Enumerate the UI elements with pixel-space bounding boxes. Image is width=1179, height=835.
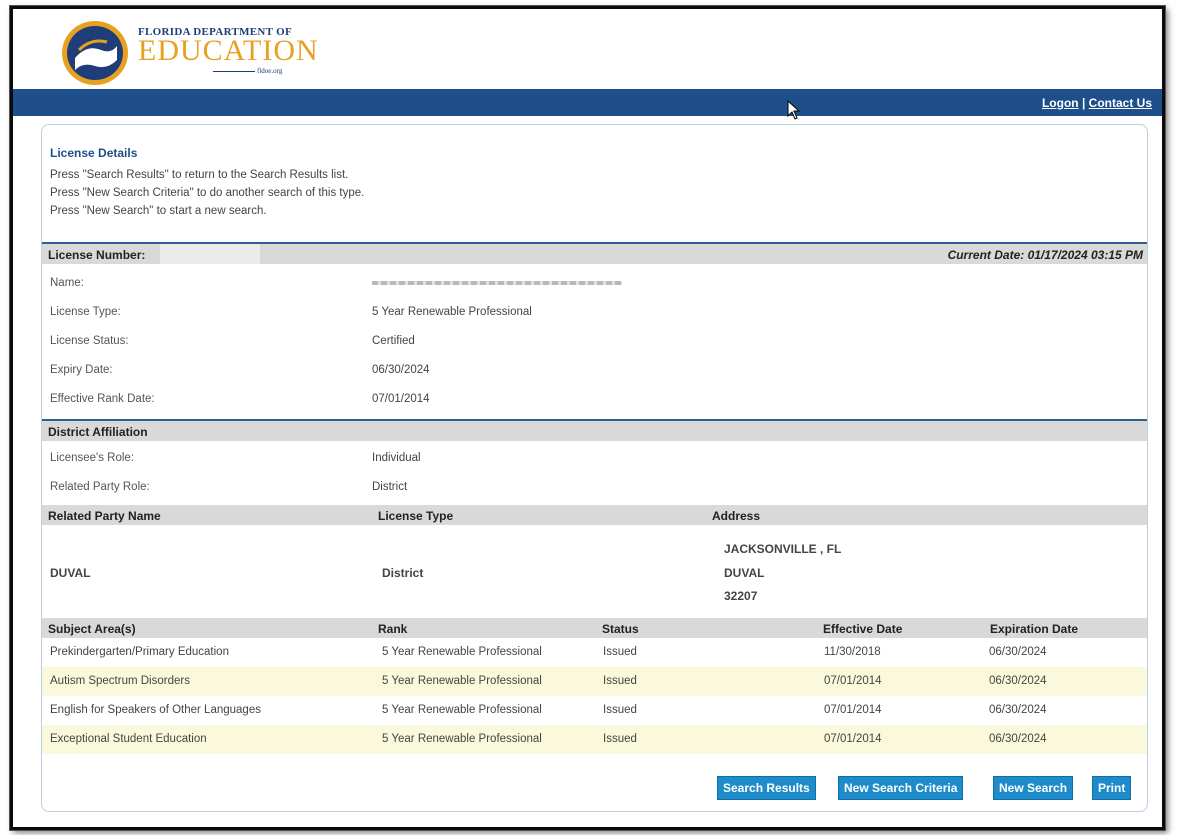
- section-title: License Details: [50, 146, 138, 160]
- logon-link[interactable]: Logon: [1042, 96, 1079, 110]
- effective-date: 07/01/2014: [824, 704, 882, 716]
- field-label: Related Party Role:: [50, 481, 150, 493]
- field-label: Effective Rank Date:: [50, 393, 155, 405]
- table-row: Autism Spectrum Disorders 5 Year Renewab…: [42, 667, 1147, 696]
- column-header: Rank: [378, 622, 408, 636]
- subjects-header: Subject Area(s) Rank Status Effective Da…: [42, 618, 1147, 638]
- field-label: Expiry Date:: [50, 364, 113, 376]
- column-header: Expiration Date: [990, 622, 1079, 636]
- license-number-bar: License Number: Current Date: 01/17/2024…: [42, 244, 1147, 264]
- logo-org-main: EDUCATION: [138, 34, 319, 67]
- effective-date: 07/01/2014: [824, 733, 882, 745]
- subject-area: Prekindergarten/Primary Education: [50, 646, 229, 658]
- effective-date: 07/01/2014: [824, 675, 882, 687]
- field-value: Individual: [372, 452, 421, 464]
- address-line: JACKSONVILLE , FL: [724, 542, 842, 556]
- field-related-party-role: Related Party Role: District: [42, 477, 1147, 499]
- license-details-panel: License Details Press "Search Results" t…: [41, 124, 1148, 812]
- new-search-button[interactable]: New Search: [993, 776, 1074, 800]
- related-party-type: District: [382, 566, 424, 580]
- expiration-date: 06/30/2024: [989, 733, 1047, 745]
- fldoe-logo-icon[interactable]: [61, 20, 129, 86]
- redacted-name: [372, 281, 622, 285]
- redacted-license-number: [160, 244, 260, 264]
- browser-frame: FLORIDA DEPARTMENT OF EDUCATION fldoe.or…: [10, 6, 1165, 830]
- status: Issued: [603, 704, 637, 716]
- logo-rule: [213, 71, 255, 72]
- column-header: Related Party Name: [48, 509, 161, 523]
- field-name: Name:: [42, 273, 1147, 295]
- field-expiry-date: Expiry Date: 06/30/2024: [42, 360, 1147, 382]
- nav-separator: |: [1081, 96, 1086, 110]
- field-value: Certified: [372, 335, 415, 347]
- site-header: FLORIDA DEPARTMENT OF EDUCATION fldoe.or…: [13, 9, 1162, 89]
- address-line: DUVAL: [724, 566, 765, 580]
- license-number-label: License Number:: [48, 248, 146, 262]
- instruction-line: Press "New Search Criteria" to do anothe…: [50, 187, 365, 199]
- column-header: Status: [602, 622, 639, 636]
- field-label: License Status:: [50, 335, 129, 347]
- intro-section: License Details Press "Search Results" t…: [50, 146, 364, 223]
- expiration-date: 06/30/2024: [989, 646, 1047, 658]
- field-label: License Type:: [50, 306, 121, 318]
- print-button[interactable]: Print: [1092, 776, 1132, 800]
- field-value: 06/30/2024: [372, 364, 430, 376]
- table-row: English for Speakers of Other Languages …: [42, 696, 1147, 725]
- field-effective-rank-date: Effective Rank Date: 07/01/2014: [42, 389, 1147, 411]
- field-value: District: [372, 481, 408, 493]
- column-header: Subject Area(s): [48, 622, 136, 636]
- logo-url: fldoe.org: [257, 67, 283, 75]
- related-party-name: DUVAL: [50, 566, 91, 580]
- address-line: 32207: [724, 589, 758, 603]
- field-label: Licensee's Role:: [50, 452, 135, 464]
- contact-us-link[interactable]: Contact Us: [1089, 96, 1152, 110]
- field-licensee-role: Licensee's Role: Individual: [42, 448, 1147, 470]
- mouse-cursor-icon: [787, 100, 801, 120]
- field-value: 07/01/2014: [372, 393, 430, 405]
- instruction-line: Press "New Search" to start a new search…: [50, 205, 267, 217]
- effective-date: 11/30/2018: [824, 646, 881, 658]
- new-search-criteria-button[interactable]: New Search Criteria: [838, 776, 964, 800]
- table-row: Prekindergarten/Primary Education 5 Year…: [42, 638, 1147, 667]
- nav-bar: Logon | Contact Us: [13, 89, 1162, 116]
- column-header: License Type: [378, 509, 454, 523]
- status: Issued: [603, 733, 637, 745]
- status: Issued: [603, 675, 637, 687]
- table-row: Exceptional Student Education 5 Year Ren…: [42, 725, 1147, 754]
- expiration-date: 06/30/2024: [989, 675, 1047, 687]
- instruction-line: Press "Search Results" to return to the …: [50, 169, 349, 181]
- expiration-date: 06/30/2024: [989, 704, 1047, 716]
- search-results-button[interactable]: Search Results: [717, 776, 816, 800]
- field-license-type: License Type: 5 Year Renewable Professio…: [42, 302, 1147, 324]
- district-affiliation-bar: District Affiliation: [42, 421, 1147, 441]
- rank: 5 Year Renewable Professional: [382, 704, 542, 716]
- nav-links: Logon | Contact Us: [1042, 96, 1152, 110]
- related-party-header: Related Party Name License Type Address: [42, 505, 1147, 525]
- rank: 5 Year Renewable Professional: [382, 646, 542, 658]
- column-header: Effective Date: [823, 622, 903, 636]
- field-license-status: License Status: Certified: [42, 331, 1147, 353]
- field-label: Name:: [50, 277, 84, 289]
- column-header: Address: [712, 509, 761, 523]
- district-heading: District Affiliation: [48, 425, 148, 439]
- current-date: Current Date: 01/17/2024 03:15 PM: [947, 248, 1143, 262]
- status: Issued: [603, 646, 637, 658]
- rank: 5 Year Renewable Professional: [382, 675, 542, 687]
- subject-area: English for Speakers of Other Languages: [50, 704, 261, 716]
- subject-area: Autism Spectrum Disorders: [50, 675, 190, 687]
- subject-area: Exceptional Student Education: [50, 733, 207, 745]
- field-value: 5 Year Renewable Professional: [372, 306, 532, 318]
- rank: 5 Year Renewable Professional: [382, 733, 542, 745]
